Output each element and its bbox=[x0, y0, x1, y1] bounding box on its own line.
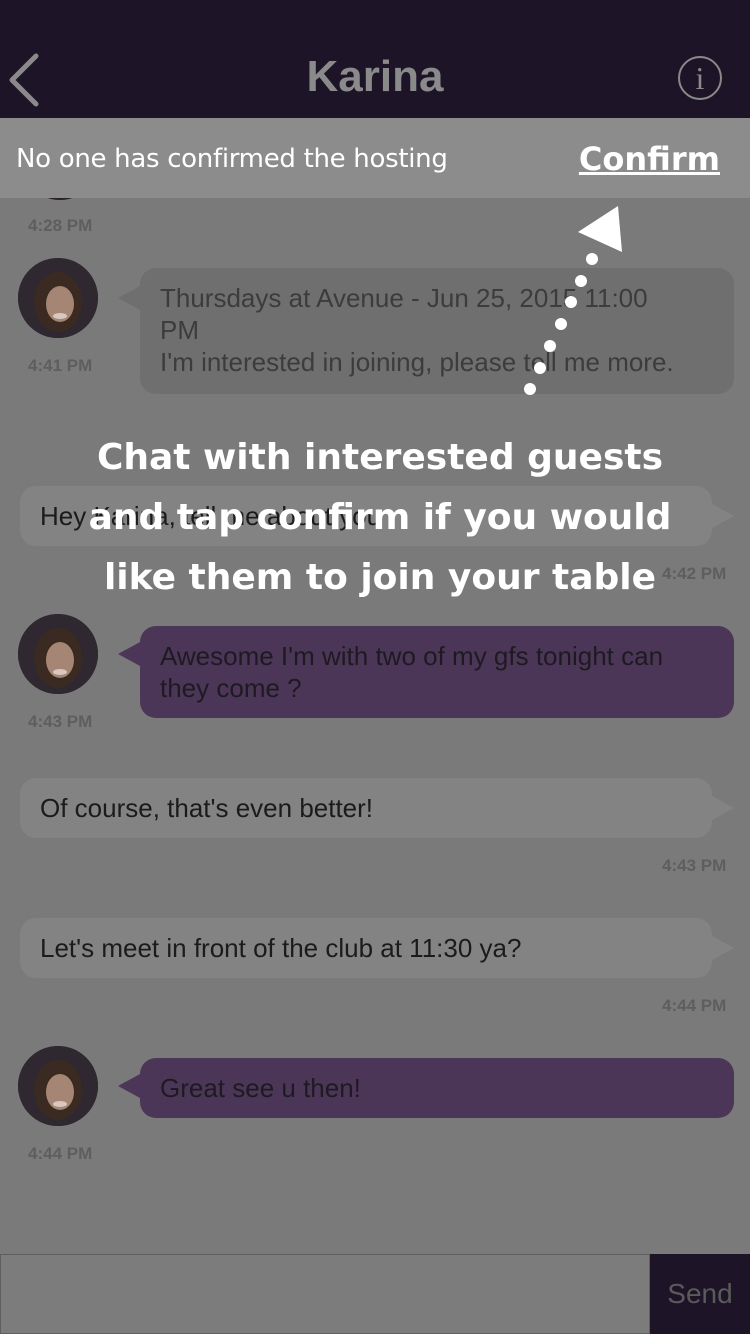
message-bubble: Great see u then! bbox=[140, 1058, 734, 1118]
message-timestamp: 4:44 PM bbox=[662, 996, 727, 1015]
chat-list[interactable]: 4:28 PM 4:41 PM Thursdays at Avenue - Ju… bbox=[0, 198, 750, 1254]
message-text: Thursdays at Avenue - Jun 25, 2015 11:00 bbox=[160, 283, 648, 313]
bubble-tail bbox=[118, 642, 140, 666]
info-icon[interactable]: i bbox=[678, 56, 722, 100]
hosting-status-text: No one has confirmed the hosting bbox=[16, 144, 448, 174]
message-text: Awesome I'm with two of my gfs tonight c… bbox=[160, 641, 664, 703]
tutorial-hint-line: and tap confirm if you would bbox=[88, 497, 672, 538]
send-button[interactable]: Send bbox=[650, 1254, 750, 1334]
message-bubble: Awesome I'm with two of my gfs tonight c… bbox=[140, 626, 734, 718]
confirm-button[interactable]: Confirm bbox=[579, 140, 720, 178]
message-bubble: Thursdays at Avenue - Jun 25, 2015 11:00… bbox=[140, 268, 734, 394]
message-timestamp: 4:28 PM bbox=[28, 216, 93, 235]
message-timestamp: 4:43 PM bbox=[662, 856, 727, 875]
tutorial-hint-line: Chat with interested guests bbox=[96, 437, 664, 478]
message-timestamp: 4:41 PM bbox=[28, 356, 93, 375]
message-input[interactable] bbox=[0, 1254, 650, 1334]
message-bubble: Let's meet in front of the club at 11:30… bbox=[20, 918, 712, 978]
avatar[interactable] bbox=[18, 258, 98, 338]
tutorial-hint-line: like them to join your table bbox=[103, 557, 657, 598]
message-text: I'm interested in joining, please tell m… bbox=[160, 347, 674, 377]
message-text: Let's meet in front of the club at 11:30… bbox=[40, 933, 522, 963]
composer-bar: Send bbox=[0, 1254, 750, 1334]
bubble-tail bbox=[118, 286, 140, 310]
bubble-tail bbox=[712, 796, 734, 820]
nav-bar: Karina i bbox=[0, 0, 750, 118]
avatar[interactable] bbox=[18, 1046, 98, 1126]
message-timestamp: 4:44 PM bbox=[28, 1144, 93, 1163]
message-text: PM bbox=[160, 315, 199, 345]
tutorial-hint: Chat with interested guests and tap conf… bbox=[40, 428, 720, 608]
avatar[interactable] bbox=[18, 614, 98, 694]
bubble-tail bbox=[712, 936, 734, 960]
message-timestamp: 4:43 PM bbox=[28, 712, 93, 731]
message-bubble: Of course, that's even better! bbox=[20, 778, 712, 838]
profile-photo bbox=[18, 1046, 98, 1126]
avatar bbox=[20, 198, 100, 200]
hosting-status-banner: No one has confirmed the hosting Confirm bbox=[0, 118, 750, 198]
page-title: Karina bbox=[306, 52, 444, 101]
message-text: Great see u then! bbox=[160, 1073, 361, 1103]
bubble-tail bbox=[118, 1074, 140, 1098]
profile-photo bbox=[18, 614, 98, 694]
message-text: Of course, that's even better! bbox=[40, 793, 374, 823]
profile-photo bbox=[18, 258, 98, 338]
